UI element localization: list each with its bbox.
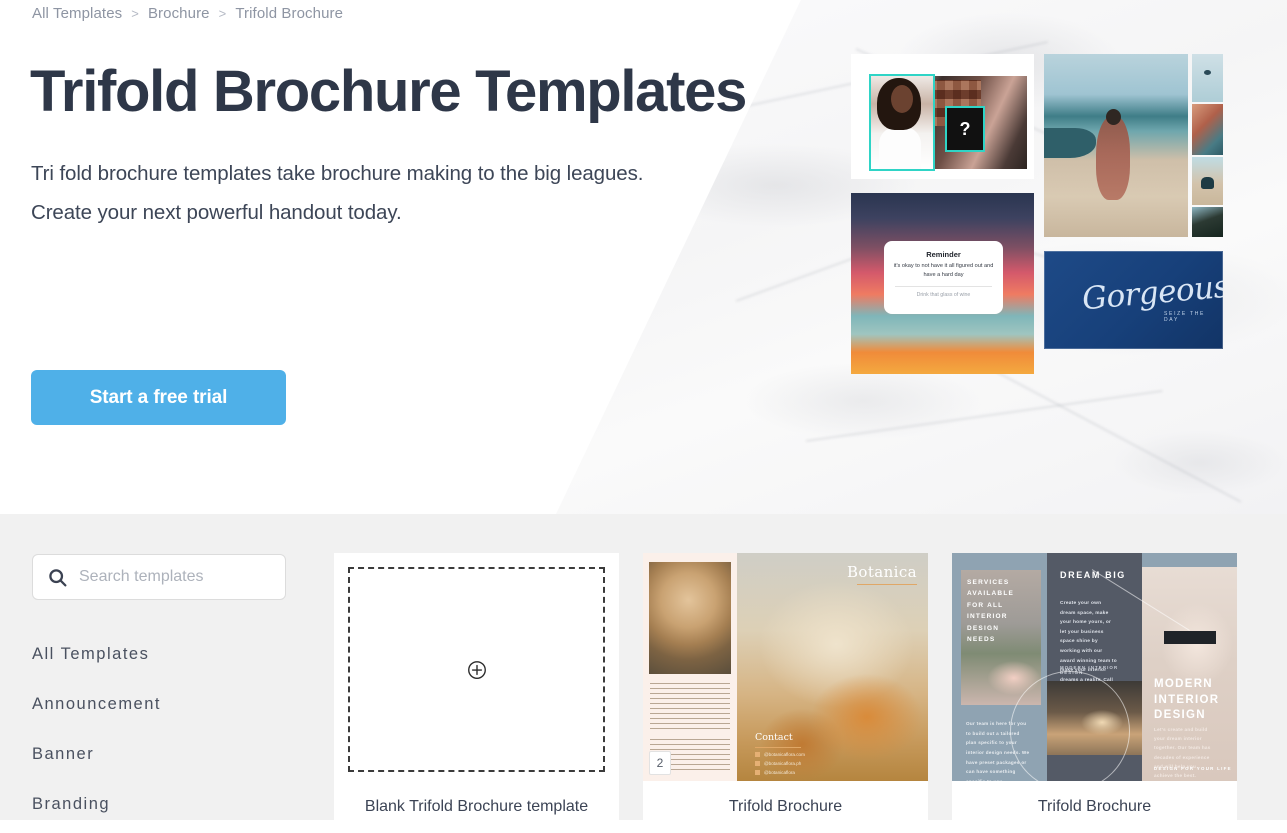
collage-strip-shore bbox=[1192, 157, 1223, 205]
sidebar-item-branding[interactable]: Branding bbox=[32, 779, 288, 829]
interior-right-top-band bbox=[1142, 553, 1237, 567]
botanica-contact-row: @botanicaflora.com bbox=[755, 752, 805, 757]
facebook-icon bbox=[755, 761, 760, 766]
breadcrumb: All Templates > Brochure > Trifold Broch… bbox=[32, 5, 343, 22]
collage-beach-tile bbox=[1044, 54, 1188, 237]
blank-template-dropzone[interactable] bbox=[348, 567, 605, 772]
breadcrumb-separator: > bbox=[131, 6, 139, 21]
botanica-contact-row: @botanicaflora bbox=[755, 770, 795, 775]
collage-strip-sea bbox=[1192, 54, 1223, 102]
page-title: Trifold Brochure Templates bbox=[30, 59, 747, 124]
template-card-grid: Blank Trifold Brochure template Botanica… bbox=[334, 553, 1237, 833]
email-icon bbox=[755, 752, 760, 757]
collage-strip-palm bbox=[1192, 207, 1223, 237]
twitter-icon bbox=[755, 770, 760, 775]
botanica-contact-text: @botanicaflora bbox=[764, 770, 795, 775]
botanica-brand-title: Botanica bbox=[846, 563, 917, 581]
hero-subtitle-line-2: Create your next powerful handout today. bbox=[31, 200, 402, 224]
botanica-contact-text: @botanicaflora.com bbox=[764, 752, 805, 757]
gorgeous-subtitle: SEIZE THE DAY bbox=[1164, 311, 1206, 323]
interior-right-panel: MODERN INTERIOR DESIGN Let's create and … bbox=[1142, 553, 1237, 781]
hero-subtitle: Tri fold brochure templates take brochur… bbox=[31, 155, 643, 232]
interior-circle-decoration bbox=[1010, 671, 1130, 781]
template-card-label: Trifold Brochure bbox=[728, 798, 843, 815]
hero-section: All Templates > Brochure > Trifold Broch… bbox=[0, 0, 1287, 514]
reminder-card: Reminder it's okay to not have it all fi… bbox=[884, 241, 1003, 314]
reminder-card-divider bbox=[895, 286, 992, 288]
template-card-botanica[interactable]: Botanica Contact @botanicaflora.com @bot… bbox=[643, 553, 928, 833]
template-thumbnail bbox=[334, 553, 619, 781]
sidebar-item-banner[interactable]: Banner bbox=[32, 729, 288, 779]
botanica-contact-text: @botanicaflora.ph bbox=[764, 761, 802, 766]
sidebar-item-all-templates[interactable]: All Templates bbox=[32, 629, 288, 679]
template-card-blank[interactable]: Blank Trifold Brochure template bbox=[334, 553, 619, 833]
reminder-card-title: Reminder bbox=[926, 250, 961, 259]
template-thumbnail: Botanica Contact @botanicaflora.com @bot… bbox=[643, 553, 928, 781]
breadcrumb-item-trifold-brochure[interactable]: Trifold Brochure bbox=[235, 5, 343, 22]
botanica-body-text-block-1 bbox=[650, 683, 730, 730]
search-input[interactable] bbox=[79, 568, 259, 586]
botanica-contact-heading: Contact bbox=[755, 732, 793, 743]
breadcrumb-separator: > bbox=[218, 6, 227, 21]
botanica-contact-rule bbox=[755, 746, 801, 748]
botanica-title-rule bbox=[857, 584, 917, 586]
interior-right-tag: DESIGN FOR YOUR LIFE bbox=[1154, 766, 1232, 771]
collage-strip-sunset-hands bbox=[1192, 104, 1223, 155]
sidebar-item-announcement[interactable]: Announcement bbox=[32, 679, 288, 729]
collage-reminder-tile: Reminder it's okay to not have it all fi… bbox=[851, 193, 1034, 374]
template-card-label: Blank Trifold Brochure template bbox=[364, 798, 589, 815]
interior-right-body: Let's create and build your dream interi… bbox=[1154, 727, 1211, 778]
templates-browser-section: All Templates Announcement Banner Brandi… bbox=[0, 514, 1287, 833]
search-box[interactable] bbox=[32, 554, 286, 600]
botanica-contact-row: @botanicaflora.ph bbox=[755, 761, 801, 766]
question-mark-badge: ? bbox=[947, 108, 983, 150]
botanica-left-panel bbox=[643, 553, 737, 781]
interior-left-heading: SERVICES AVAILABLE FOR ALL INTERIOR DESI… bbox=[967, 579, 1015, 643]
botanica-right-panel: Botanica Contact @botanicaflora.com @bot… bbox=[737, 553, 928, 781]
collage-gorgeous-tile: Gorgeous SEIZE THE DAY bbox=[1044, 251, 1223, 349]
beach-rock bbox=[1044, 128, 1096, 158]
reminder-card-footer: Drink that glass of wine bbox=[916, 292, 971, 299]
interior-right-heading: MODERN INTERIOR DESIGN bbox=[1154, 678, 1220, 722]
beach-figure-head bbox=[1106, 109, 1121, 125]
beach-figure bbox=[1096, 116, 1130, 200]
hero-template-collage: ? Reminder it's okay to not have it all … bbox=[851, 54, 1223, 374]
template-thumbnail: SERVICES AVAILABLE FOR ALL INTERIOR DESI… bbox=[952, 553, 1237, 781]
hero-subtitle-line-1: Tri fold brochure templates take brochur… bbox=[31, 162, 644, 185]
plus-circle-icon bbox=[466, 659, 488, 681]
start-free-trial-button[interactable]: Start a free trial bbox=[31, 370, 286, 425]
template-card-interior[interactable]: SERVICES AVAILABLE FOR ALL INTERIOR DESI… bbox=[952, 553, 1237, 833]
breadcrumb-item-all-templates[interactable]: All Templates bbox=[32, 5, 122, 22]
person-shirt bbox=[879, 127, 921, 169]
search-icon bbox=[47, 567, 68, 588]
page-count-badge: 2 bbox=[649, 751, 671, 775]
reminder-card-body: it's okay to not have it all figured out… bbox=[893, 263, 994, 278]
interior-shelf-graphic bbox=[1164, 631, 1216, 644]
collage-makeup-tile: ? bbox=[851, 54, 1034, 179]
breadcrumb-item-brochure[interactable]: Brochure bbox=[148, 5, 210, 22]
sidebar-nav: All Templates Announcement Banner Brandi… bbox=[32, 629, 288, 829]
template-card-label: Trifold Brochure bbox=[1037, 798, 1152, 815]
person-face bbox=[891, 85, 913, 113]
botanica-flower-photo bbox=[649, 562, 731, 674]
sidebar: All Templates Announcement Banner Brandi… bbox=[32, 554, 288, 829]
